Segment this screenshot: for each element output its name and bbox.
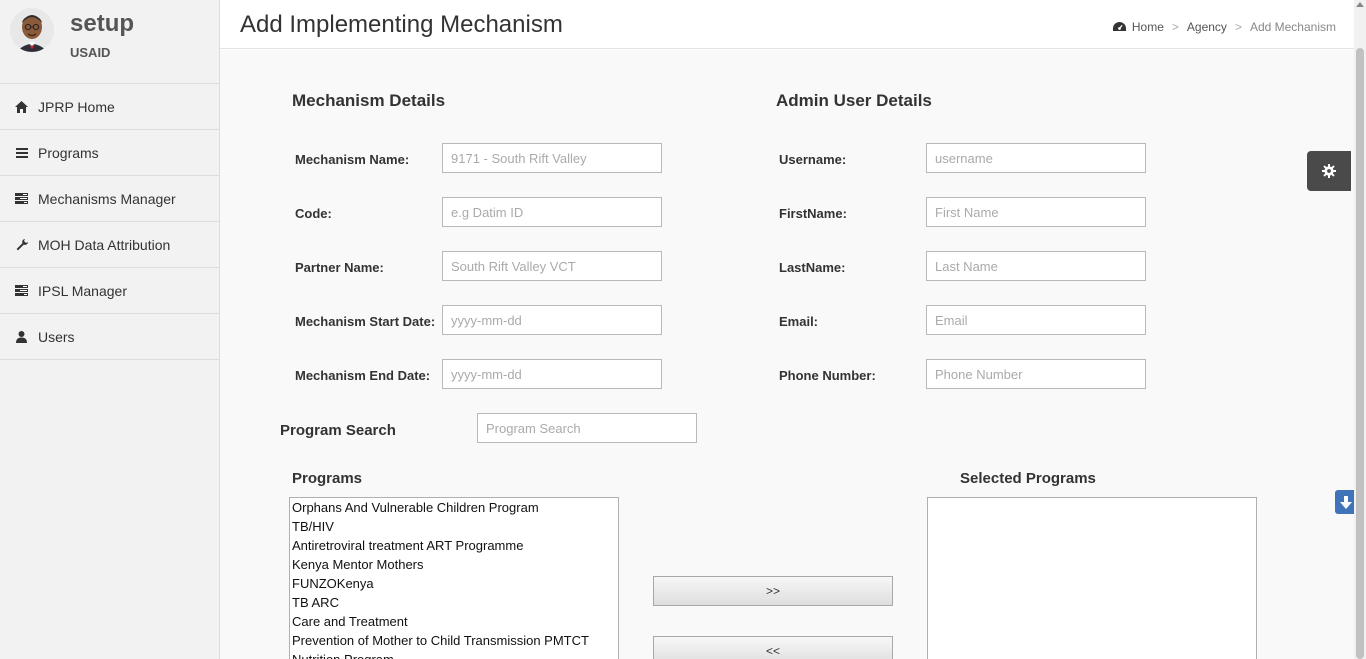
scrollbar-thumb[interactable] [1356,48,1364,659]
breadcrumb-home[interactable]: Home [1132,20,1164,34]
sidebar-item-users[interactable]: Users [0,314,219,360]
main-content: Mechanism Details Admin User Details Mec… [220,50,1354,659]
list-item[interactable]: Nutrition Program [290,650,618,659]
breadcrumb-agency[interactable]: Agency [1187,20,1227,34]
admin-user-details-title: Admin User Details [776,91,932,110]
phone-number-label: Phone Number: [779,368,876,383]
page-title: Add Implementing Mechanism [240,11,563,38]
tasks-icon [15,192,28,205]
dashboard-icon [1112,21,1126,33]
settings-button[interactable] [1307,151,1351,191]
sidebar-item-moh-data-attribution[interactable]: MOH Data Attribution [0,222,219,268]
mechanism-end-date-field[interactable] [442,359,662,389]
list-item[interactable]: Kenya Mentor Mothers [290,555,618,574]
partner-name-field[interactable] [442,251,662,281]
sidebar-item-label: MOH Data Attribution [38,236,171,253]
profile-organization: USAID [70,45,111,60]
sidebar-item-programs[interactable]: Programs [0,130,219,176]
username-field[interactable] [926,143,1146,173]
first-name-field[interactable] [926,197,1146,227]
mechanism-start-date-field[interactable] [442,305,662,335]
first-name-label: FirstName: [779,206,847,221]
sidebar-item-ipsl-manager[interactable]: IPSL Manager [0,268,219,314]
list-item[interactable]: FUNZOKenya [290,574,618,593]
home-icon [15,100,28,113]
remove-program-button[interactable]: << [653,636,893,659]
list-item[interactable]: TB ARC [290,593,618,612]
sidebar-item-label: Programs [38,144,99,161]
page-header: Add Implementing Mechanism Home > Agency… [220,0,1354,49]
bars-icon [15,146,28,159]
arrow-down-icon [1340,495,1352,509]
mechanism-name-label: Mechanism Name: [295,152,410,167]
user-profile: setup USAID [0,0,219,84]
code-field[interactable] [442,197,662,227]
mechanism-details-title: Mechanism Details [292,91,446,110]
selected-programs-listbox[interactable] [927,497,1257,659]
phone-number-field[interactable] [926,359,1146,389]
breadcrumb: Home > Agency > Add Mechanism [1112,20,1336,34]
programs-listbox[interactable]: Orphans And Vulnerable Children Program … [289,497,619,659]
last-name-label: LastName: [779,260,846,275]
list-item[interactable]: Antiretroviral treatment ART Programme [290,536,618,555]
breadcrumb-separator: > [1234,20,1242,34]
email-label: Email: [779,314,819,329]
mechanism-end-date-label: Mechanism End Date: [295,368,431,383]
breadcrumb-current: Add Mechanism [1249,20,1336,34]
avatar [10,8,54,52]
sidebar-item-label: Mechanisms Manager [38,190,176,207]
username-label: Username: [779,152,847,167]
sidebar-item-label: Users [38,328,75,345]
user-icon [15,330,28,343]
last-name-field[interactable] [926,251,1146,281]
profile-name: setup [70,10,135,37]
scroll-up-arrow-icon[interactable] [1356,2,1364,7]
partner-name-label: Partner Name: [295,260,384,275]
code-label: Code: [295,206,332,221]
breadcrumb-separator: > [1171,20,1179,34]
sidebar-item-label: IPSL Manager [38,282,127,299]
program-search-input[interactable] [477,413,697,443]
mechanism-start-date-label: Mechanism Start Date: [295,314,436,329]
add-program-button[interactable]: >> [653,576,893,606]
tasks-icon [15,284,28,297]
mechanism-name-field[interactable] [442,143,662,173]
sidebar-item-label: JPRP Home [38,98,115,115]
program-search-label: Program Search [280,422,396,439]
list-item[interactable]: TB/HIV [290,517,618,536]
list-item[interactable]: Orphans And Vulnerable Children Program [290,498,618,517]
list-item[interactable]: Prevention of Mother to Child Transmissi… [290,631,618,650]
wrench-icon [15,238,28,251]
programs-title: Programs [292,470,363,487]
sidebar-item-jprp-home[interactable]: JPRP Home [0,84,219,130]
email-field[interactable] [926,305,1146,335]
sidebar: setup USAID JPRP Home Programs Mechanism… [0,0,220,659]
selected-programs-title: Selected Programs [960,470,1096,487]
sidebar-item-mechanisms-manager[interactable]: Mechanisms Manager [0,176,219,222]
page-scrollbar[interactable] [1354,0,1366,659]
gear-icon [1322,164,1336,178]
list-item[interactable]: Care and Treatment [290,612,618,631]
